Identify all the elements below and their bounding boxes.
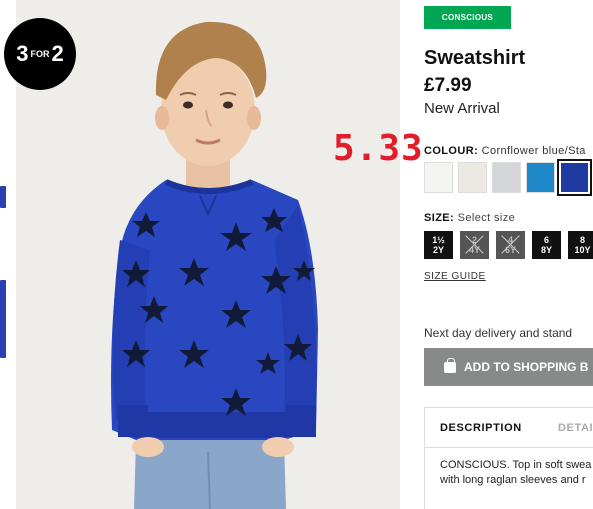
add-to-bag-button[interactable]: ADD TO SHOPPING B	[424, 348, 593, 386]
size-top: 2	[471, 235, 477, 245]
size-guide-link[interactable]: SIZE GUIDE	[424, 271, 486, 282]
swatch-white-pattern[interactable]	[424, 162, 453, 193]
three-for-two-badge: 3 FOR 2	[4, 18, 76, 90]
tab-description[interactable]: DESCRIPTION	[425, 408, 543, 447]
boy-in-star-sweatshirt-illustration	[16, 0, 400, 509]
colour-label: COLOUR:	[424, 145, 479, 157]
price-annotation: 5.33	[333, 128, 424, 169]
size-bottom: 6Y	[504, 245, 516, 255]
swatch-bright-blue[interactable]	[526, 162, 555, 193]
shopping-bag-icon	[444, 357, 456, 373]
product-detail-panel: CONSCIOUS Sweatshirt £7.99 New Arrival C…	[424, 0, 593, 509]
thumbnail-sliver[interactable]	[0, 186, 6, 208]
description-line: with long raglan sleeves and r	[440, 474, 586, 486]
colour-selection-label: COLOUR: Cornflower blue/Sta	[424, 145, 586, 157]
colour-swatches	[424, 159, 592, 196]
size-bottom: 2Y	[432, 245, 444, 255]
thumbnail-sliver[interactable]	[0, 280, 6, 358]
description-line: CONSCIOUS. Top in soft swea	[440, 459, 592, 471]
swatch-cornflower-blue[interactable]	[557, 159, 592, 196]
size-value: Select size	[457, 212, 516, 224]
thumbnail-strip[interactable]	[0, 0, 10, 509]
add-to-bag-label: ADD TO SHOPPING B	[464, 360, 589, 374]
new-arrival-label: New Arrival	[424, 100, 500, 117]
size-option-unavailable[interactable]: 2 4Y	[460, 231, 489, 259]
size-option[interactable]: 8 10Y	[568, 231, 593, 259]
size-option[interactable]: 6 8Y	[532, 231, 561, 259]
promo-number: 3	[16, 41, 29, 66]
product-price: £7.99	[424, 75, 472, 96]
tab-bar: DESCRIPTION DETAI	[425, 408, 593, 448]
size-top: 1½	[432, 235, 445, 245]
size-bottom: 10Y	[574, 245, 591, 255]
colour-value: Cornflower blue/Sta	[481, 145, 586, 157]
size-top: 8	[579, 235, 585, 245]
delivery-info: Next day delivery and stand	[424, 326, 573, 340]
product-info-tabs: DESCRIPTION DETAI CONSCIOUS. Top in soft…	[424, 407, 593, 509]
size-options: 1½ 2Y 2 4Y 4 6Y 6 8Y 8 10Y	[424, 231, 593, 259]
size-option-unavailable[interactable]: 4 6Y	[496, 231, 525, 259]
tab-details[interactable]: DETAI	[543, 408, 593, 447]
product-image[interactable]	[16, 0, 400, 509]
size-label: SIZE:	[424, 212, 455, 224]
product-title: Sweatshirt	[424, 47, 526, 69]
promo-number: 2	[51, 41, 64, 66]
size-option[interactable]: 1½ 2Y	[424, 231, 453, 259]
description-text: CONSCIOUS. Top in soft swea with long ra…	[425, 448, 593, 488]
size-bottom: 4Y	[468, 245, 480, 255]
size-selection-label: SIZE: Select size	[424, 212, 515, 224]
size-top: 4	[507, 235, 513, 245]
size-bottom: 8Y	[540, 245, 552, 255]
promo-for-text: FOR	[30, 49, 50, 59]
conscious-tag: CONSCIOUS	[424, 6, 511, 29]
swatch-light-grey[interactable]	[492, 162, 521, 193]
swatch-off-white[interactable]	[458, 162, 487, 193]
size-top: 6	[543, 235, 549, 245]
